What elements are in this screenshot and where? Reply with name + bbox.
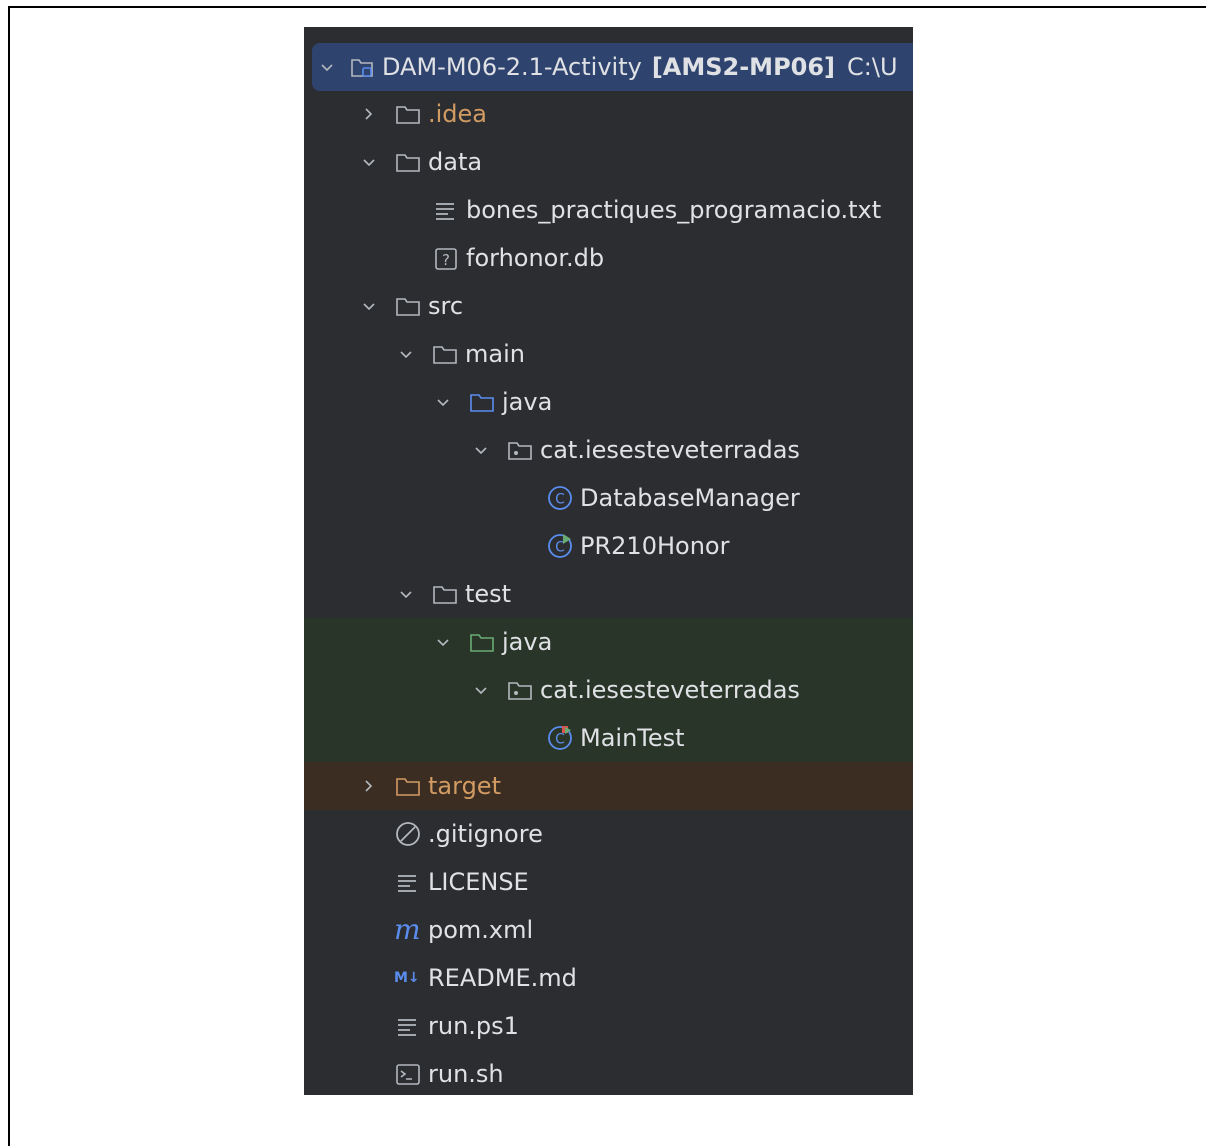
chevron-down-icon[interactable]	[360, 153, 378, 171]
tree-row-data[interactable]: data	[304, 138, 913, 186]
folder-label: java	[502, 628, 553, 656]
chevron-down-icon[interactable]	[360, 297, 378, 315]
tree-row-project-root[interactable]: DAM-M06-2.1-Activity [AMS2-MP06] C:\U	[312, 43, 913, 91]
tree-row-file[interactable]: m pom.xml	[304, 906, 913, 954]
package-icon	[506, 676, 534, 704]
file-label: README.md	[428, 964, 577, 992]
ignore-icon	[394, 820, 422, 848]
file-label: run.sh	[428, 1060, 504, 1088]
folder-label: test	[465, 580, 512, 608]
folder-label: data	[428, 148, 483, 176]
tree-row-main[interactable]: main	[304, 330, 913, 378]
folder-label: src	[428, 292, 464, 320]
text-file-icon	[432, 196, 460, 224]
excluded-folder-icon	[394, 772, 422, 800]
folder-label: target	[428, 772, 501, 800]
class-label: MainTest	[580, 724, 685, 752]
file-label: run.ps1	[428, 1012, 519, 1040]
chevron-right-icon[interactable]	[360, 777, 378, 795]
project-path: C:\U	[847, 53, 898, 81]
package-label: cat.iesesteveterradas	[540, 436, 800, 464]
chevron-right-icon[interactable]	[360, 105, 378, 123]
tree-row-src[interactable]: src	[304, 282, 913, 330]
class-label: PR210Honor	[580, 532, 730, 560]
chevron-down-icon[interactable]	[434, 393, 452, 411]
tree-row-file[interactable]: run.ps1	[304, 1002, 913, 1050]
tree-row-class[interactable]: C PR210Honor	[304, 522, 913, 570]
folder-label: .idea	[428, 100, 488, 128]
project-tree-panel[interactable]: DAM-M06-2.1-Activity [AMS2-MP06] C:\U .i…	[304, 27, 913, 1095]
tree-row-file[interactable]: LICENSE	[304, 858, 913, 906]
file-label: bones_practiques_programacio.txt	[466, 196, 882, 224]
tree-row-main-java[interactable]: java	[304, 378, 913, 426]
tree-row-file[interactable]: ? forhonor.db	[304, 234, 913, 282]
package-icon	[506, 436, 534, 464]
folder-icon	[431, 580, 459, 608]
main-class-icon: C	[546, 532, 574, 560]
svg-text:C: C	[555, 732, 565, 748]
class-icon: C	[546, 484, 574, 512]
folder-icon	[394, 148, 422, 176]
chevron-down-icon[interactable]	[397, 585, 415, 603]
tree-row-test[interactable]: test	[304, 570, 913, 618]
module-folder-icon	[348, 53, 376, 81]
svg-text:?: ?	[442, 251, 450, 269]
tree-row-target[interactable]: target	[304, 762, 913, 810]
tree-row-class[interactable]: C MainTest	[304, 714, 913, 762]
chevron-down-icon[interactable]	[472, 441, 490, 459]
chevron-down-icon[interactable]	[397, 345, 415, 363]
test-class-icon: C	[546, 724, 574, 752]
file-label: LICENSE	[428, 868, 529, 896]
package-label: cat.iesesteveterradas	[540, 676, 800, 704]
source-folder-icon	[468, 388, 496, 416]
class-label: DatabaseManager	[580, 484, 800, 512]
chevron-down-icon[interactable]	[318, 58, 336, 76]
tree-row-file[interactable]: M↓ README.md	[304, 954, 913, 1002]
file-label: forhonor.db	[466, 244, 605, 272]
markdown-icon: M↓	[394, 970, 420, 986]
tree-row-file[interactable]: run.sh	[304, 1050, 913, 1095]
tree-row-file[interactable]: .gitignore	[304, 810, 913, 858]
folder-label: java	[502, 388, 553, 416]
project-name: DAM-M06-2.1-Activity	[382, 53, 642, 81]
tree-row-file[interactable]: bones_practiques_programacio.txt	[304, 186, 913, 234]
tree-row-idea[interactable]: .idea	[304, 90, 913, 138]
folder-label: main	[465, 340, 525, 368]
shell-icon	[394, 1060, 422, 1088]
tree-row-package[interactable]: cat.iesesteveterradas	[304, 666, 913, 714]
file-label: .gitignore	[428, 820, 543, 848]
maven-icon: m	[394, 913, 421, 946]
tree-row-package[interactable]: cat.iesesteveterradas	[304, 426, 913, 474]
text-file-icon	[394, 1012, 422, 1040]
file-label: pom.xml	[428, 916, 534, 944]
svg-text:C: C	[555, 492, 565, 508]
folder-icon	[394, 292, 422, 320]
project-module: [AMS2-MP06]	[651, 53, 836, 81]
chevron-down-icon[interactable]	[472, 681, 490, 699]
tree-row-test-java[interactable]: java	[304, 618, 913, 666]
unknown-file-icon: ?	[432, 244, 460, 272]
chevron-down-icon[interactable]	[434, 633, 452, 651]
folder-icon	[394, 100, 422, 128]
test-folder-icon	[468, 628, 496, 656]
tree-row-class[interactable]: C DatabaseManager	[304, 474, 913, 522]
text-file-icon	[394, 868, 422, 896]
folder-icon	[431, 340, 459, 368]
